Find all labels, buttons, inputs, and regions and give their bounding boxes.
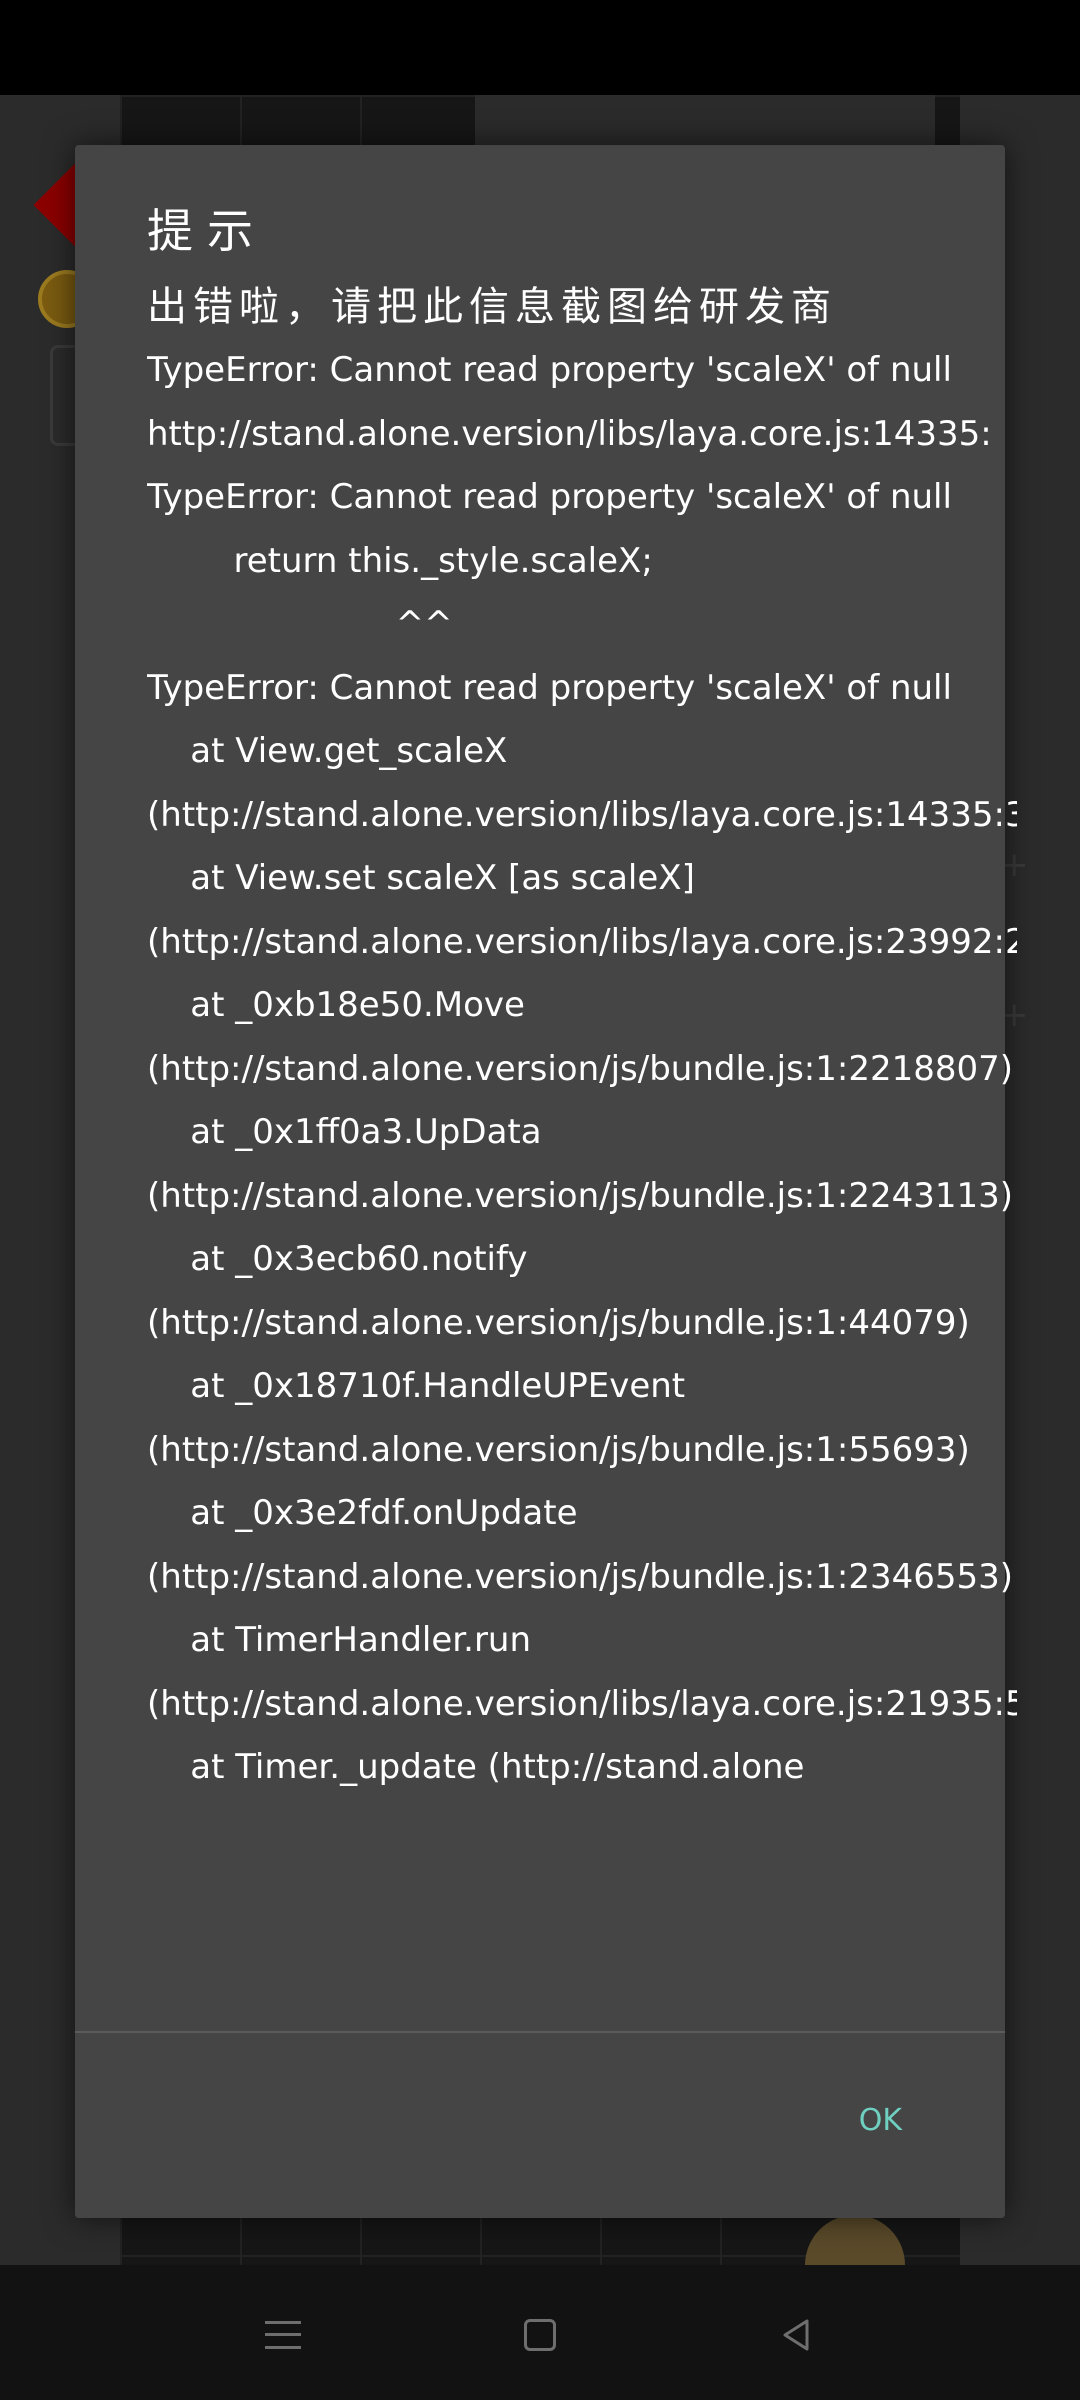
home-square-icon: [524, 2319, 556, 2351]
menu-icon: [265, 2321, 301, 2349]
nav-home-button[interactable]: [505, 2300, 575, 2370]
nav-menu-button[interactable]: [248, 2300, 318, 2370]
dialog-footer: OK: [75, 2033, 1005, 2218]
error-stack-trace: TypeError: Cannot read property 'scaleX'…: [147, 350, 1017, 1787]
game-tile-strip: [475, 95, 935, 145]
nav-back-button[interactable]: [762, 2300, 832, 2370]
dialog-message-area[interactable]: 出错啦，请把此信息截图给研发商 TypeError: Cannot read p…: [147, 275, 1017, 2165]
screen: + + 提示 出错啦，请把此信息截图给研发商 TypeError: Cannot…: [0, 0, 1080, 2400]
dialog-title: 提示: [147, 204, 267, 258]
back-triangle-icon: [777, 2315, 817, 2355]
system-nav-bar: [0, 2265, 1080, 2400]
error-dialog: 提示 出错啦，请把此信息截图给研发商 TypeError: Cannot rea…: [75, 145, 1017, 2218]
error-headline: 出错啦，请把此信息截图给研发商: [147, 284, 837, 330]
game-character-sprite: [805, 2215, 905, 2265]
ok-button[interactable]: OK: [851, 2093, 910, 2148]
